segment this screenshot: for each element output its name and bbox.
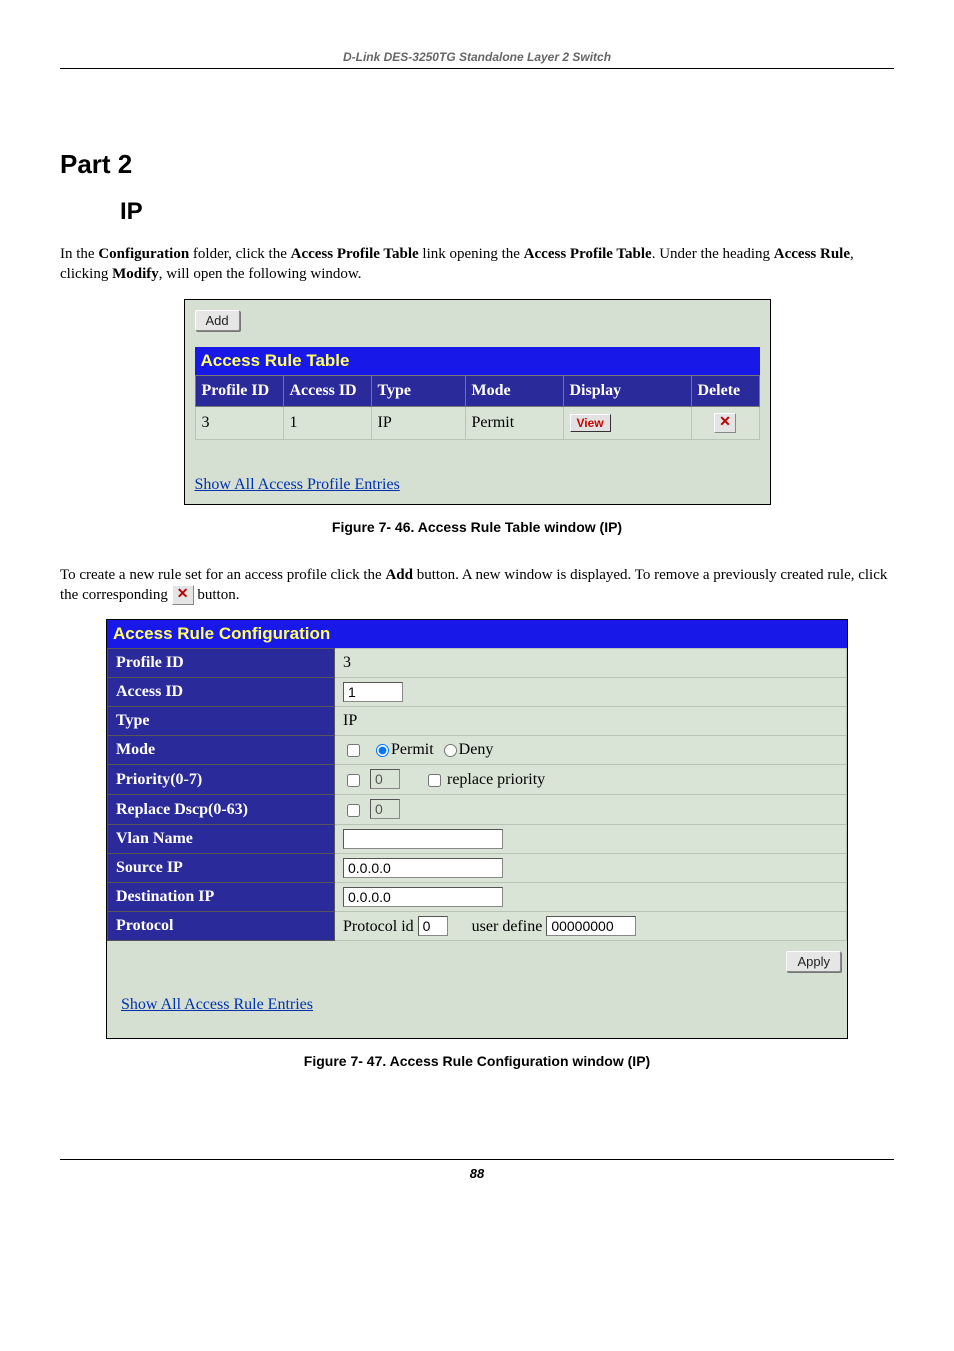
- show-all-access-profile-entries-link[interactable]: Show All Access Profile Entries: [195, 476, 400, 493]
- lbl-profile-id: Profile ID: [108, 649, 335, 678]
- protocol-id-input[interactable]: [418, 916, 448, 936]
- intro-bold-apt1: Access Profile Table: [291, 246, 419, 262]
- lbl-mode: Mode: [108, 736, 335, 765]
- mid-bold-add: Add: [385, 567, 413, 583]
- ip-heading: IP: [120, 198, 894, 226]
- intro-text: folder, click the: [189, 246, 290, 262]
- col-delete: Delete: [691, 375, 759, 406]
- mid-text: button.: [194, 587, 240, 603]
- table-row: 3 1 IP Permit View ✕: [195, 406, 759, 439]
- part-heading: Part 2: [60, 149, 894, 180]
- protocol-id-label: Protocol id: [343, 918, 414, 935]
- close-icon: ✕: [177, 588, 189, 602]
- intro-bold-modify: Modify: [112, 266, 159, 282]
- priority-enable-checkbox[interactable]: [347, 774, 360, 787]
- delete-row-button[interactable]: ✕: [714, 413, 736, 433]
- mid-paragraph: To create a new rule set for an access p…: [60, 565, 894, 606]
- show-all-access-rule-entries-link[interactable]: Show All Access Rule Entries: [121, 996, 313, 1013]
- col-profile-id: Profile ID: [195, 375, 283, 406]
- intro-text: link opening the: [419, 246, 524, 262]
- col-mode: Mode: [465, 375, 563, 406]
- mid-text: To create a new rule set for an access p…: [60, 567, 385, 583]
- figure-1-caption: Figure 7- 46. Access Rule Table window (…: [60, 519, 894, 535]
- lbl-protocol: Protocol: [108, 911, 335, 940]
- view-button[interactable]: View: [570, 414, 611, 432]
- intro-bold-configuration: Configuration: [98, 246, 189, 262]
- delete-inline-icon: ✕: [172, 585, 194, 605]
- cell-profile-id: 3: [195, 406, 283, 439]
- figure-2-screenshot: Access Rule Configuration Profile ID 3 A…: [106, 619, 848, 1039]
- source-ip-input[interactable]: [343, 858, 503, 878]
- page-number: 88: [60, 1159, 894, 1181]
- mode-deny-label: Deny: [459, 741, 494, 758]
- user-define-label: user define: [472, 918, 543, 935]
- priority-input[interactable]: [370, 769, 400, 789]
- lbl-dest-ip: Destination IP: [108, 882, 335, 911]
- dest-ip-input[interactable]: [343, 887, 503, 907]
- lbl-type: Type: [108, 707, 335, 736]
- replace-priority-checkbox[interactable]: [428, 774, 441, 787]
- mode-permit-radio[interactable]: [376, 744, 389, 757]
- add-button[interactable]: Add: [195, 310, 240, 331]
- lbl-access-id: Access ID: [108, 678, 335, 707]
- replace-dscp-checkbox[interactable]: [347, 804, 360, 817]
- intro-paragraph: In the Configuration folder, click the A…: [60, 244, 894, 285]
- lbl-source-ip: Source IP: [108, 853, 335, 882]
- intro-bold-apt2: Access Profile Table: [524, 246, 652, 262]
- mode-deny-radio[interactable]: [444, 744, 457, 757]
- cell-access-id: 1: [283, 406, 371, 439]
- lbl-priority: Priority(0-7): [108, 765, 335, 795]
- config-table: Profile ID 3 Access ID Type IP Mode Perm…: [107, 648, 847, 941]
- access-rule-table: Profile ID Access ID Type Mode Display D…: [195, 375, 760, 440]
- replace-dscp-input[interactable]: [370, 799, 400, 819]
- access-rule-table-title: Access Rule Table: [195, 347, 760, 375]
- vlan-name-input[interactable]: [343, 829, 503, 849]
- mode-enable-checkbox[interactable]: [347, 744, 360, 757]
- cell-type: IP: [371, 406, 465, 439]
- figure-1-screenshot: Add Access Rule Table Profile ID Access …: [184, 299, 771, 505]
- col-access-id: Access ID: [283, 375, 371, 406]
- access-rule-config-title: Access Rule Configuration: [107, 620, 847, 648]
- figure-2-caption: Figure 7- 47. Access Rule Configuration …: [60, 1053, 894, 1069]
- cell-mode: Permit: [465, 406, 563, 439]
- intro-text: . Under the heading: [652, 246, 774, 262]
- replace-priority-label: replace priority: [447, 771, 545, 788]
- access-id-input[interactable]: [343, 682, 403, 702]
- lbl-vlan-name: Vlan Name: [108, 824, 335, 853]
- close-icon: ✕: [719, 416, 731, 430]
- val-profile-id: 3: [335, 649, 847, 678]
- lbl-replace-dscp: Replace Dscp(0-63): [108, 795, 335, 825]
- intro-text: In the: [60, 246, 98, 262]
- col-display: Display: [563, 375, 691, 406]
- col-type: Type: [371, 375, 465, 406]
- val-type: IP: [335, 707, 847, 736]
- doc-header: D-Link DES-3250TG Standalone Layer 2 Swi…: [60, 50, 894, 69]
- mode-permit-label: Permit: [391, 741, 434, 758]
- intro-text: , will open the following window.: [159, 266, 362, 282]
- intro-bold-access-rule: Access Rule: [774, 246, 850, 262]
- apply-button[interactable]: Apply: [786, 951, 841, 972]
- user-define-input[interactable]: [546, 916, 636, 936]
